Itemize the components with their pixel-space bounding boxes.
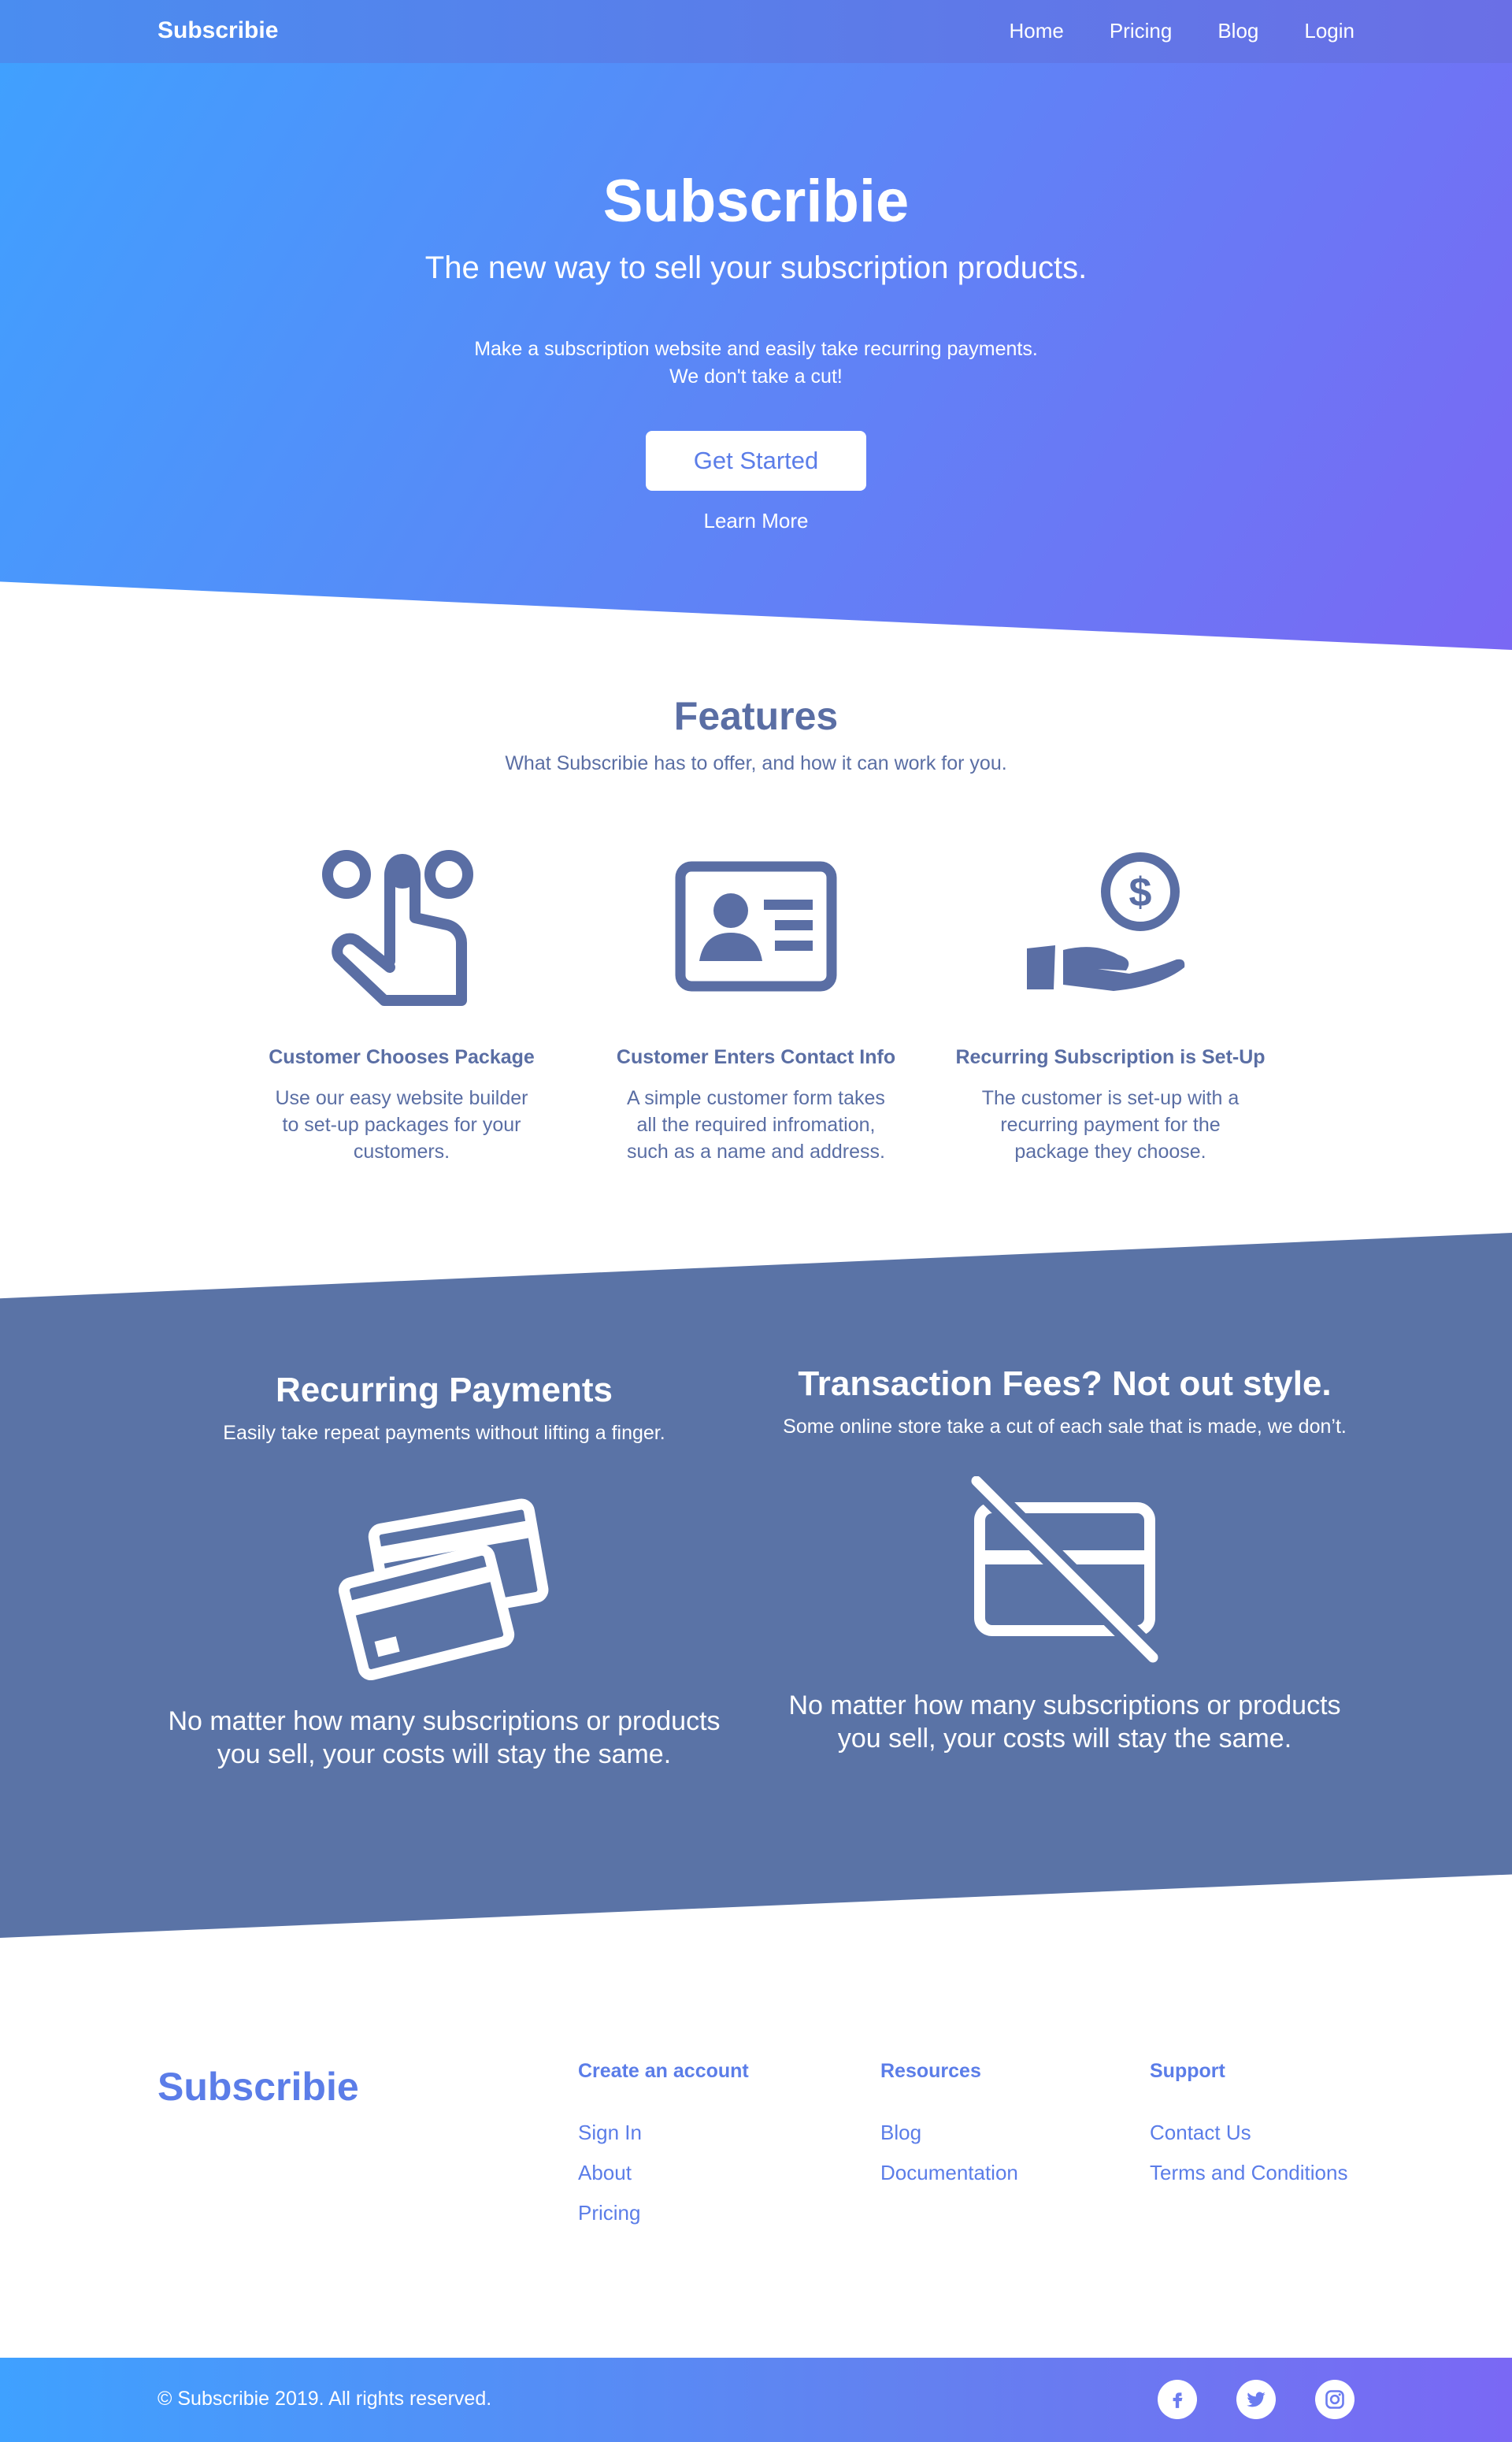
hand-tap-icon [236,843,567,1016]
footer-link-about[interactable]: About [578,2161,749,2185]
footer-column-resources: Resources Blog Documentation [880,2060,1018,2201]
footer-link-blog[interactable]: Blog [880,2121,1018,2145]
hero-description-line-1: Make a subscription website and easily t… [474,338,1038,360]
hero-section [0,0,1512,650]
nav-link-blog[interactable]: Blog [1217,19,1258,43]
recurring-payments-title: Recurring Payments [276,1371,613,1409]
id-card-icon [591,843,921,1016]
footer-link-documentation[interactable]: Documentation [880,2161,1018,2185]
nav-link-home[interactable]: Home [1009,19,1063,43]
recurring-payments-subtitle: Easily take repeat payments without lift… [223,1422,665,1444]
features-title: Features [673,694,839,738]
feature-text: A simple customer form takes all the req… [627,1087,885,1163]
footer-heading: Support [1150,2060,1225,2082]
feature-title: Customer Enters Contact Info [616,1046,896,1068]
footer-link-pricing[interactable]: Pricing [578,2201,749,2225]
hero-subtitle: The new way to sell your subscription pr… [424,251,1088,285]
feature-text: Use our easy website builder to set-up p… [275,1087,528,1163]
credit-cards-icon [145,1494,743,1683]
instagram-icon[interactable] [1315,2380,1354,2419]
transaction-fees-block: Transaction Fees? Not out style. Some on… [765,1364,1364,1755]
transaction-fees-subtitle: Some online store take a cut of each sal… [783,1416,1347,1438]
learn-more-link[interactable]: Learn More [0,509,1512,533]
hero-description-line-2: We don't take a cut! [669,366,843,388]
transaction-fees-body: No matter how many subscriptions or prod… [788,1690,1341,1754]
footer-column-account: Create an account Sign In About Pricing [578,2060,749,2241]
footer-link-terms[interactable]: Terms and Conditions [1150,2161,1347,2185]
footer-link-sign-in[interactable]: Sign In [578,2121,749,2145]
hero-description: Make a subscription website and easily t… [0,336,1512,391]
footer-brand: Subscribie [158,2065,359,2109]
hero-title: Subscribie [602,168,910,235]
feature-text: The customer is set-up with a recurring … [981,1087,1240,1163]
nav-brand-logo[interactable]: Subscribie [158,17,278,44]
footer-heading: Resources [880,2060,981,2082]
nav-links: Home Pricing Blog Login [1009,19,1354,43]
footer-bottom-bar: © Subscribie 2019. All rights reserved. [0,2358,1512,2442]
recurring-payments-body: No matter how many subscriptions or prod… [168,1706,721,1769]
nav-link-login[interactable]: Login [1304,19,1354,43]
copyright-text: © Subscribie 2019. All rights reserved. [158,2388,492,2410]
footer-link-contact-us[interactable]: Contact Us [1150,2121,1347,2145]
transaction-fees-title: Transaction Fees? Not out style. [798,1364,1332,1403]
feature-card-choose-package: Customer Chooses Package Use our easy we… [236,843,567,1165]
svg-text:$: $ [1129,870,1152,915]
feature-title: Customer Chooses Package [269,1046,535,1068]
hand-coin-icon: $ [945,843,1276,1016]
footer-heading: Create an account [578,2060,749,2082]
footer-column-support: Support Contact Us Terms and Conditions [1150,2060,1347,2201]
top-navbar: Subscribie Home Pricing Blog Login [0,0,1512,63]
feature-title: Recurring Subscription is Set-Up [955,1046,1266,1068]
social-links [1158,2380,1354,2419]
feature-card-recurring-setup: $ Recurring Subscription is Set-Up The c… [945,843,1276,1165]
get-started-button[interactable]: Get Started [646,431,866,491]
facebook-icon[interactable] [1158,2380,1197,2419]
no-card-icon [765,1476,1364,1665]
features-subtitle: What Subscribie has to offer, and how it… [505,752,1007,774]
feature-card-contact-info: Customer Enters Contact Info A simple cu… [591,843,921,1165]
recurring-payments-block: Recurring Payments Easily take repeat pa… [145,1371,743,1771]
nav-link-pricing[interactable]: Pricing [1110,19,1172,43]
twitter-icon[interactable] [1236,2380,1276,2419]
